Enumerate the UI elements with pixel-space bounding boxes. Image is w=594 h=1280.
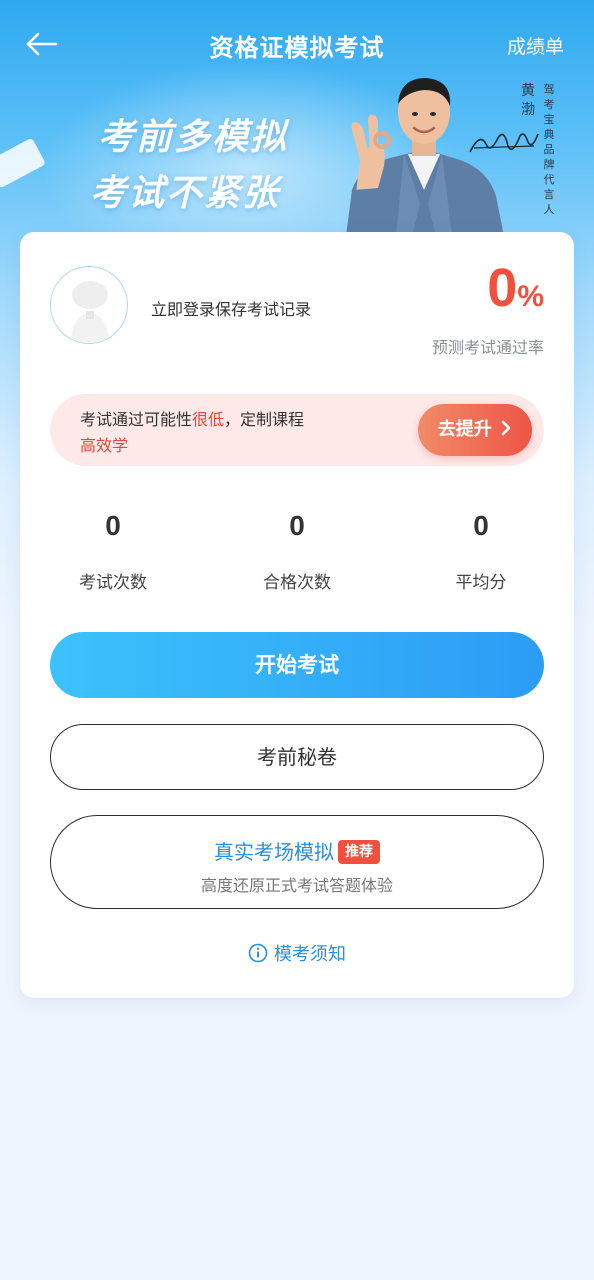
exam-notice-label: 模考须知	[274, 944, 346, 965]
promo-text-line2: 高效学	[80, 436, 129, 455]
improve-button[interactable]: 去提升	[418, 404, 532, 456]
pass-rate-block: 0% 预测考试通过率	[432, 258, 544, 357]
slogan-line-1: 考前多模拟	[98, 117, 289, 158]
stat-pass-count: 0 合格次数	[222, 504, 372, 593]
promo-text-highlight: 很低	[192, 410, 225, 429]
stat-value: 0	[105, 510, 121, 541]
promo-banner: 考试通过可能性很低，定制课程 高效学 去提升	[50, 394, 544, 466]
slogan-line-2: 考试不紧张	[90, 173, 281, 214]
recommend-badge: 推荐	[338, 840, 380, 864]
promo-text-prefix: 考试通过可能性	[80, 410, 193, 429]
stat-value: 0	[473, 510, 489, 541]
pass-rate-value: 0	[487, 258, 518, 318]
exam-card: 立即登录保存考试记录 0% 预测考试通过率 考试通过可能性很低，定制课程 高效学…	[20, 232, 574, 998]
endorser-name: 黄渤	[521, 83, 535, 118]
stat-label: 考试次数	[79, 573, 147, 593]
secret-paper-button[interactable]: 考前秘卷	[50, 724, 544, 790]
start-exam-button[interactable]: 开始考试	[50, 632, 544, 698]
login-prompt[interactable]: 立即登录保存考试记录	[151, 296, 311, 320]
chevron-right-icon	[501, 420, 511, 436]
promo-text-suffix: ，定制课程	[224, 410, 305, 429]
real-sim-description: 高度还原正式考试答题体验	[200, 876, 393, 895]
stat-average-score: 0 平均分	[406, 504, 556, 593]
real-exam-simulation-button[interactable]: 真实考场模拟 推荐 高度还原正式考试答题体验	[50, 815, 544, 909]
endorser-signature	[469, 133, 539, 153]
exam-notice-link[interactable]: 模考须知	[20, 940, 574, 966]
stat-exam-count: 0 考试次数	[38, 504, 188, 593]
endorser-role: 驾考宝典品牌代言人	[543, 83, 555, 216]
real-sim-title: 真实考场模拟	[214, 840, 334, 864]
improve-button-label: 去提升	[437, 419, 492, 440]
stat-label: 平均分	[455, 573, 507, 593]
default-avatar-icon	[71, 281, 109, 343]
exam-stats: 0 考试次数 0 合格次数 0 平均分	[20, 504, 574, 600]
promo-text: 考试通过可能性很低，定制课程 高效学	[80, 407, 304, 459]
avatar[interactable]	[50, 266, 128, 344]
stat-value: 0	[289, 510, 305, 541]
stat-label: 合格次数	[263, 573, 331, 593]
real-sim-title-row: 真实考场模拟 推荐	[51, 836, 543, 865]
pass-rate-label: 预测考试通过率	[431, 338, 544, 357]
report-card-link[interactable]: 成绩单	[507, 32, 564, 59]
pass-rate-unit: %	[517, 280, 544, 313]
banner-slogan: 考前多模拟 考试不紧张	[90, 110, 289, 222]
info-icon	[248, 943, 268, 963]
page-title: 资格证模拟考试	[209, 34, 385, 62]
